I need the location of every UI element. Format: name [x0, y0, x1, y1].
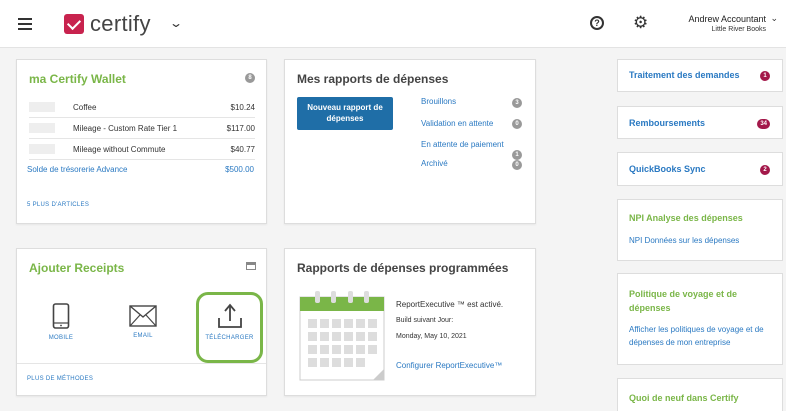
status-archived[interactable]: Archivé — [421, 159, 448, 168]
status-pending-approval[interactable]: Validation en attente — [421, 119, 493, 128]
requests-link[interactable]: Traitement des demandes — [629, 70, 740, 80]
upload-icon — [217, 303, 242, 328]
mobile-phone-icon — [52, 303, 70, 329]
mobile-label: MOBILE — [48, 335, 74, 341]
advance-balance-amount[interactable]: $500.00 — [225, 165, 254, 174]
certify-check-icon — [64, 14, 84, 34]
envelope-icon — [129, 305, 157, 327]
item-amount: $40.77 — [230, 145, 255, 154]
policy-title: Politique de voyage et de dépenses — [629, 289, 738, 313]
item-amount: $117.00 — [226, 124, 255, 133]
expense-reports-title[interactable]: Mes rapports de dépenses — [297, 72, 448, 86]
sidebar-analysis-card: NPI Analyse des dépenses NPI Données sur… — [617, 199, 783, 261]
wallet-item[interactable]: Mileage without Commute $40.77 — [29, 140, 255, 160]
quickbooks-sync-link[interactable]: QuickBooks Sync — [629, 164, 706, 174]
sidebar-news-card: Quoi de neuf dans Certify — [617, 378, 783, 411]
more-methods-link[interactable]: PLUS DE MÉTHODES — [27, 376, 93, 382]
more-items-link[interactable]: 5 PLUS D'ARTICLES — [27, 202, 89, 208]
user-company: Little River Books — [711, 26, 766, 33]
gear-icon[interactable]: ⚙ — [633, 14, 648, 32]
advance-balance-link[interactable]: Solde de trésorerie Advance — [27, 165, 128, 174]
upload-option[interactable]: TÉLÉCHARGER — [196, 292, 263, 363]
calendar-icon — [299, 291, 385, 381]
top-bar: certify ⌄ ? ⚙ Andrew Accountant Little R… — [0, 0, 786, 48]
divider — [17, 363, 266, 364]
wallet-item[interactable]: Coffee $10.24 — [29, 98, 255, 118]
configure-report-executive-link[interactable]: Configurer ReportExecutive™ — [396, 361, 502, 370]
receipt-thumbnail — [29, 123, 55, 133]
item-amount: $10.24 — [230, 103, 255, 112]
analysis-title: NPI Analyse des dépenses — [629, 213, 743, 223]
certify-logo[interactable]: certify — [64, 12, 151, 36]
wallet-item[interactable]: Mileage - Custom Rate Tier 1 $117.00 — [29, 119, 255, 139]
next-build-label: Build suivant Jour: — [396, 317, 454, 324]
add-receipts-card: Ajouter Receipts MOBILE EMAIL TÉLÉCHARGE… — [16, 248, 267, 396]
wallet-title[interactable]: ma Certify Wallet — [29, 72, 126, 86]
item-description: Mileage without Commute — [73, 145, 166, 154]
next-build-date: Monday, May 10, 2021 — [396, 333, 467, 340]
requests-count-badge: 1 — [760, 71, 770, 81]
help-icon[interactable]: ? — [590, 16, 604, 30]
user-name: Andrew Accountant — [688, 14, 766, 24]
status-pending-payment[interactable]: En attente de paiement — [421, 140, 504, 149]
news-title: Quoi de neuf dans Certify — [629, 393, 739, 403]
quickbooks-count-badge: 2 — [760, 165, 770, 175]
chevron-down-icon[interactable]: ⌄ — [169, 16, 183, 30]
email-label: EMAIL — [133, 333, 153, 339]
logo-text: certify — [90, 11, 151, 36]
add-receipts-title: Ajouter Receipts — [29, 261, 125, 275]
receipt-thumbnail — [29, 102, 55, 112]
pending-payment-count-badge: 1 — [512, 150, 522, 160]
collapse-icon[interactable] — [246, 262, 256, 270]
item-description: Mileage - Custom Rate Tier 1 — [73, 124, 178, 133]
upload-label: TÉLÉCHARGER — [205, 335, 254, 341]
sidebar-requests-card[interactable]: Traitement des demandes 1 — [617, 59, 783, 92]
expense-reports-card: Mes rapports de dépenses Nouveau rapport… — [284, 59, 536, 224]
scheduled-reports-title: Rapports de dépenses programmées — [297, 261, 509, 275]
status-text: ReportExecutive ™ est activé. — [396, 300, 504, 309]
analysis-data-link[interactable]: NPI Données sur les dépenses — [629, 234, 739, 247]
chevron-down-icon: ⌄ — [770, 13, 778, 23]
receipt-thumbnail — [29, 144, 55, 154]
new-expense-report-button[interactable]: Nouveau rapport de dépenses — [297, 97, 393, 130]
reimbursements-count-badge: 34 — [757, 119, 770, 129]
archived-count-badge: 0 — [512, 160, 522, 170]
mobile-option[interactable]: MOBILE — [37, 303, 85, 341]
user-menu[interactable]: Andrew Accountant Little River Books ⌄ — [688, 13, 778, 33]
item-description: Coffee — [73, 103, 97, 112]
drafts-count-badge: 3 — [512, 98, 522, 108]
email-option[interactable]: EMAIL — [119, 305, 167, 339]
scheduled-reports-card: Rapports de dépenses programmées ReportE… — [284, 248, 536, 396]
wallet-card: ma Certify Wallet 8 Coffee $10.24 Mileag… — [16, 59, 267, 224]
status-drafts[interactable]: Brouillons — [421, 97, 456, 106]
sidebar-policy-card: Politique de voyage et de dépenses Affic… — [617, 273, 783, 365]
reimbursements-link[interactable]: Remboursements — [629, 118, 705, 128]
sidebar-reimbursements-card[interactable]: Remboursements 34 — [617, 106, 783, 139]
hamburger-menu-icon[interactable] — [18, 18, 32, 30]
policy-link[interactable]: Afficher les politiques de voyage et de … — [629, 323, 779, 349]
wallet-count-badge: 8 — [245, 73, 255, 83]
sidebar-quickbooks-card[interactable]: QuickBooks Sync 2 — [617, 152, 783, 186]
pending-approval-count-badge: 0 — [512, 119, 522, 129]
